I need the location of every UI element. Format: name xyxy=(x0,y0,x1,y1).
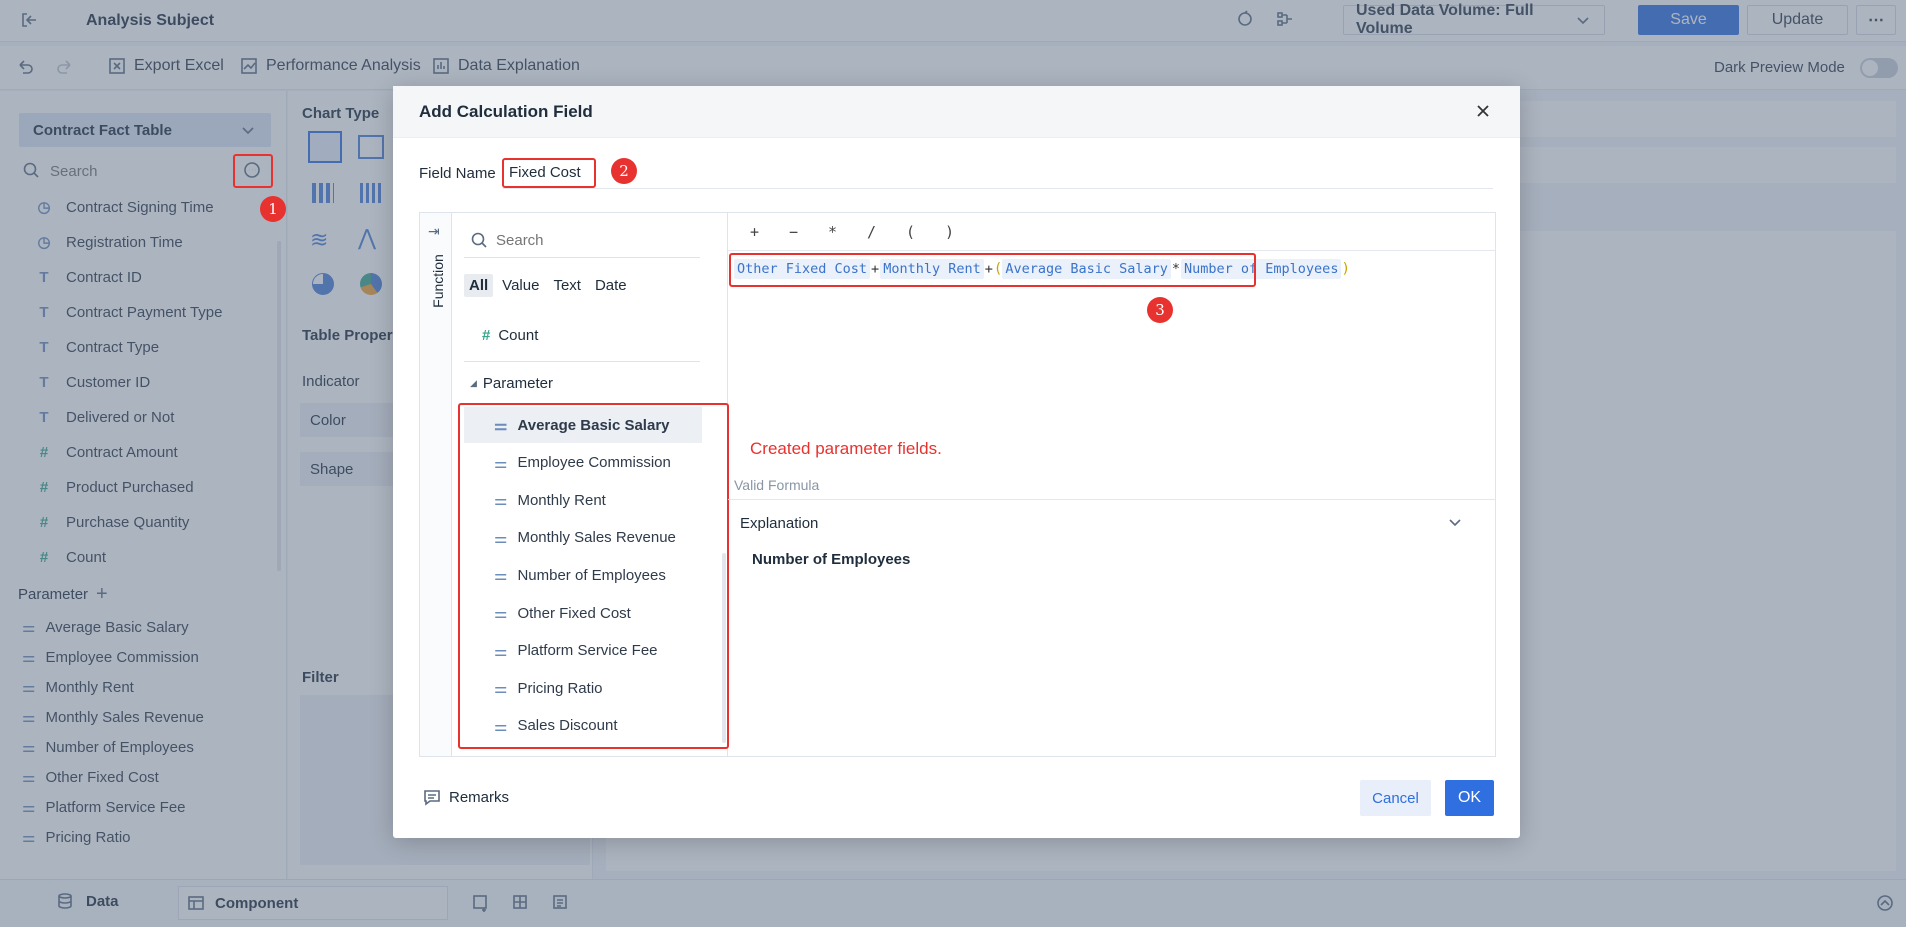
valid-formula-status: Valid Formula xyxy=(734,477,820,493)
count-label: Count xyxy=(498,327,539,344)
formula-editor-frame: ⇥ Function All Value Text Date # Count ◢… xyxy=(419,212,1496,757)
operator-button[interactable]: − xyxy=(789,223,828,241)
field-name-label: Field Name xyxy=(419,165,496,182)
hash-icon: # xyxy=(482,327,491,344)
parameter-group-label: Parameter xyxy=(482,375,553,392)
formula-paren: ) xyxy=(1341,261,1350,277)
parameter-group-header[interactable]: ◢ Parameter xyxy=(470,375,553,392)
close-icon[interactable] xyxy=(1474,102,1492,120)
annotation-text: Created parameter fields. xyxy=(750,439,942,458)
annotation-box-more-options xyxy=(233,154,273,188)
count-item[interactable]: # Count xyxy=(482,327,538,344)
operator-button[interactable]: + xyxy=(750,223,789,241)
remarks-label: Remarks xyxy=(449,788,510,806)
filter-all[interactable]: All xyxy=(464,274,494,297)
field-picker: All Value Text Date # Count ◢ Parameter … xyxy=(452,213,729,756)
formula-panel: + − * /() Other Fixed Cost + Monthly Rent +… xyxy=(728,213,1495,756)
annotation-badge-2: 2 xyxy=(611,158,637,184)
explanation-label: Explanation xyxy=(740,515,819,532)
cancel-button[interactable]: Cancel xyxy=(1360,780,1431,816)
add-calculation-field-dialog: Add Calculation Field Field Name 2 ⇥ Fun… xyxy=(393,86,1520,838)
comment-icon xyxy=(423,788,441,806)
filter-date[interactable]: Date xyxy=(590,274,632,297)
remarks-button[interactable]: Remarks xyxy=(423,788,509,806)
annotation-badge-3: 3 xyxy=(1147,297,1173,323)
operator-button[interactable]: ) xyxy=(945,223,984,241)
caret-down-icon: ◢ xyxy=(470,378,477,388)
annotation-box-field-name xyxy=(502,158,596,188)
operator-list: + − * /() xyxy=(750,223,984,241)
annotation-box-formula xyxy=(729,253,1256,287)
function-tab-label: Function xyxy=(430,254,446,308)
field-name-underline xyxy=(503,188,1493,189)
operator-button[interactable]: / xyxy=(867,223,906,241)
divider xyxy=(728,499,1495,500)
annotation-badge-1: 1 xyxy=(260,196,286,222)
dialog-title: Add Calculation Field xyxy=(419,102,593,121)
chevron-down-icon[interactable] xyxy=(1446,513,1464,531)
divider xyxy=(464,361,700,362)
function-tab[interactable]: ⇥ Function xyxy=(420,213,452,756)
annotation-box-parameters xyxy=(458,403,729,749)
ok-button[interactable]: OK xyxy=(1445,780,1494,816)
dialog-header: Add Calculation Field xyxy=(393,86,1520,138)
operator-toolbar: + − * /() xyxy=(728,213,1495,251)
divider xyxy=(464,257,700,258)
filter-value[interactable]: Value xyxy=(497,274,544,297)
explanation-text: Number of Employees xyxy=(752,551,911,568)
field-search-input[interactable] xyxy=(496,229,696,251)
operator-button[interactable]: * xyxy=(828,223,867,241)
search-icon xyxy=(470,231,488,249)
type-filter-tabs: All Value Text Date xyxy=(464,274,632,297)
operator-button[interactable]: ( xyxy=(906,223,945,241)
filter-text[interactable]: Text xyxy=(548,274,586,297)
expand-panel-icon[interactable]: ⇥ xyxy=(428,223,440,240)
